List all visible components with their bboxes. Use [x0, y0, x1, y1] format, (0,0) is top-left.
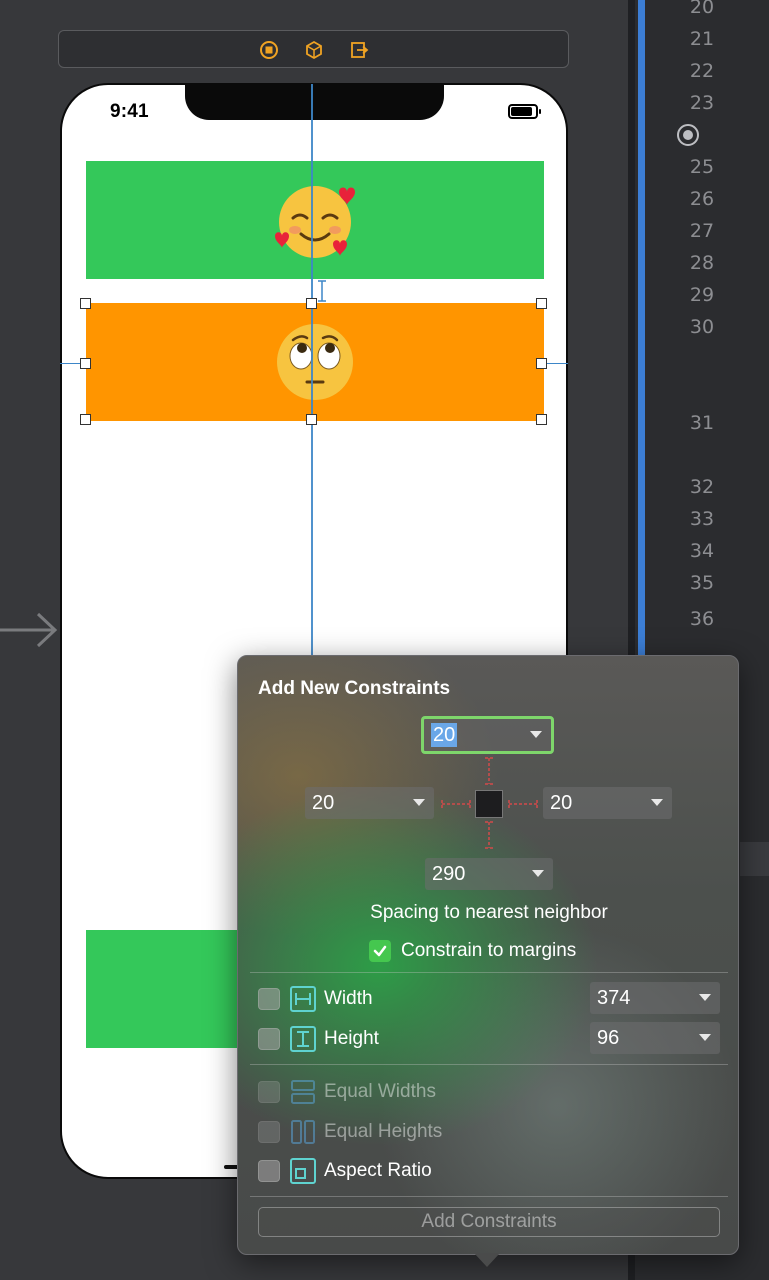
aspect-ratio-row[interactable]: Aspect Ratio [258, 1156, 432, 1186]
trailing-spacing-value[interactable]: 20 [550, 792, 572, 815]
breakpoint-icon[interactable] [677, 124, 699, 146]
line-number: 36 [689, 608, 715, 630]
equal-widths-label: Equal Widths [324, 1081, 436, 1102]
line-number: 25 [689, 156, 715, 178]
constrain-to-margins-checkbox[interactable] [369, 940, 391, 962]
width-label: Width [324, 988, 373, 1009]
trailing-spacing-dropdown[interactable]: 20 [543, 787, 672, 819]
center-alignment-guide [311, 84, 313, 656]
equal-heights-label: Equal Heights [324, 1121, 443, 1142]
constrain-to-margins-row[interactable]: Constrain to margins [369, 940, 576, 962]
resize-handle-top[interactable] [306, 298, 317, 309]
line-number: 26 [689, 188, 715, 210]
separator [250, 972, 728, 973]
chevron-down-icon [530, 731, 542, 738]
line-number: 20 [689, 0, 715, 18]
equal-widths-row: Equal Widths [258, 1077, 436, 1107]
line-number: 32 [689, 476, 715, 498]
scene-dock [58, 30, 569, 68]
view-controller-icon[interactable] [259, 40, 279, 60]
trailing-constraint-strut[interactable] [507, 797, 539, 811]
resize-handle-bottom-right[interactable] [536, 414, 547, 425]
orange-view[interactable] [86, 303, 544, 421]
width-value-dropdown[interactable]: 374 [590, 982, 720, 1014]
checkmark-icon [373, 945, 387, 957]
chevron-down-icon [532, 870, 544, 877]
leading-spacing-value[interactable]: 20 [312, 792, 334, 815]
add-constraints-button[interactable]: Add Constraints [258, 1207, 720, 1237]
constraint-target-square [475, 790, 503, 818]
equal-widths-checkbox [258, 1081, 280, 1103]
resize-handle-right[interactable] [536, 358, 547, 369]
code-line-highlight [740, 842, 769, 876]
change-indicator-bar [638, 0, 645, 660]
width-row[interactable]: Width [258, 984, 373, 1014]
line-number: 28 [689, 252, 715, 274]
line-number: 35 [689, 572, 715, 594]
resize-handle-top-right[interactable] [536, 298, 547, 309]
chevron-down-icon [413, 799, 425, 806]
face-with-rolling-eyes-icon [277, 324, 353, 400]
height-label: Height [324, 1028, 379, 1049]
chevron-down-icon [699, 994, 711, 1001]
entry-point-arrow-icon[interactable] [0, 608, 60, 652]
leading-spacing-dropdown[interactable]: 20 [305, 787, 434, 819]
smiling-face-with-hearts-icon [275, 186, 355, 258]
top-constraint-strut[interactable] [482, 756, 496, 786]
width-checkbox[interactable] [258, 988, 280, 1010]
aspect-ratio-label: Aspect Ratio [324, 1160, 432, 1181]
height-value[interactable]: 96 [597, 1027, 619, 1050]
first-responder-icon[interactable] [304, 40, 324, 60]
top-spacing-dropdown[interactable]: 20 [421, 716, 554, 754]
green-view[interactable] [86, 161, 544, 279]
height-row[interactable]: Height [258, 1024, 379, 1054]
height-value-dropdown[interactable]: 96 [590, 1022, 720, 1054]
bottom-spacing-value[interactable]: 290 [432, 863, 465, 886]
line-number: 33 [689, 508, 715, 530]
separator [250, 1064, 728, 1065]
height-checkbox[interactable] [258, 1028, 280, 1050]
popover-arrow [474, 1253, 500, 1267]
resize-handle-left[interactable] [80, 358, 91, 369]
aspect-ratio-icon [290, 1158, 316, 1184]
line-number: 22 [689, 60, 715, 82]
line-number: 23 [689, 92, 715, 114]
add-constraints-popover: Add New Constraints 20 20 20 290 Spacing… [237, 655, 739, 1255]
equal-heights-row: Equal Heights [258, 1117, 442, 1147]
spacing-label: Spacing to nearest neighbor [370, 902, 608, 923]
separator [250, 1196, 728, 1197]
resize-handle-bottom[interactable] [306, 414, 317, 425]
resize-handle-bottom-left[interactable] [80, 414, 91, 425]
line-number: 21 [689, 28, 715, 50]
equal-heights-icon [291, 1120, 315, 1144]
aspect-ratio-checkbox[interactable] [258, 1160, 280, 1182]
trailing-guide [544, 363, 568, 364]
height-constraint-icon [290, 1026, 316, 1052]
battery-icon [508, 104, 541, 119]
line-number: 30 [689, 316, 715, 338]
line-number: 34 [689, 540, 715, 562]
equal-widths-icon [291, 1080, 315, 1104]
chevron-down-icon [699, 1034, 711, 1041]
resize-handle-top-left[interactable] [80, 298, 91, 309]
constrain-to-margins-label: Constrain to margins [401, 940, 577, 961]
popover-title: Add New Constraints [258, 678, 451, 699]
top-spacing-value[interactable]: 20 [431, 723, 458, 747]
leading-constraint-strut[interactable] [440, 797, 472, 811]
device-notch [185, 85, 444, 120]
status-bar-time: 9:41 [110, 101, 149, 122]
width-constraint-icon [290, 986, 316, 1012]
width-value[interactable]: 374 [597, 987, 630, 1010]
line-number: 27 [689, 220, 715, 242]
line-number: 31 [689, 412, 715, 434]
chevron-down-icon [651, 799, 663, 806]
bottom-spacing-dropdown[interactable]: 290 [425, 858, 553, 890]
equal-heights-checkbox [258, 1121, 280, 1143]
bottom-constraint-strut[interactable] [482, 820, 496, 850]
vertical-spacing-indicator-icon [318, 280, 326, 302]
line-number: 29 [689, 284, 715, 306]
exit-icon[interactable] [349, 40, 369, 60]
